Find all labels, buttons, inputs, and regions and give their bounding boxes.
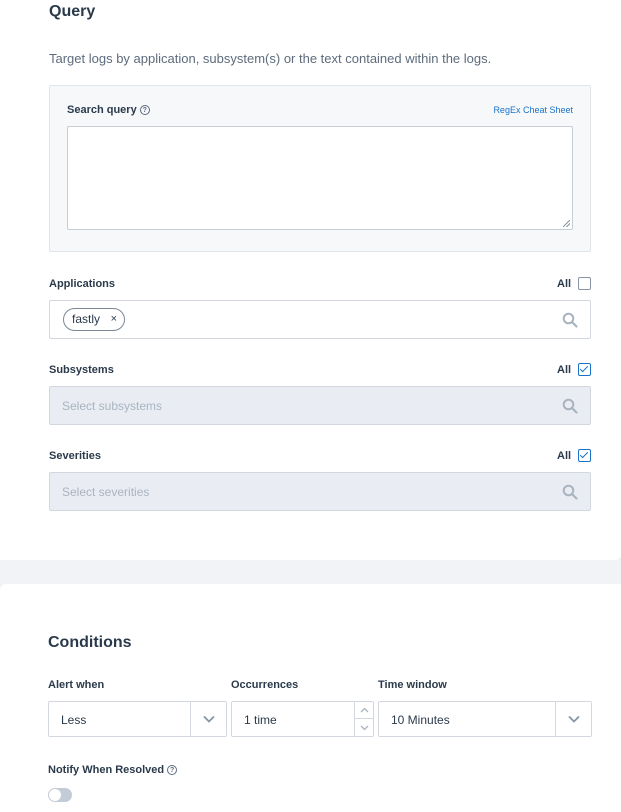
severities-select: Select severities bbox=[49, 472, 591, 511]
chevron-down-icon bbox=[202, 715, 215, 723]
chevron-up-icon bbox=[360, 707, 368, 713]
application-chip-label: fastly bbox=[72, 312, 101, 326]
search-icon bbox=[562, 312, 578, 328]
notify-when-resolved-toggle[interactable] bbox=[48, 788, 72, 802]
applications-select[interactable]: fastly × bbox=[49, 300, 591, 339]
occurrences-label: Occurrences bbox=[231, 679, 299, 691]
resize-handle-icon[interactable] bbox=[563, 220, 570, 227]
help-icon[interactable]: ? bbox=[167, 765, 178, 775]
alert-when-select[interactable]: Less bbox=[48, 701, 227, 737]
conditions-title: Conditions bbox=[48, 634, 132, 651]
alert-when-dropdown-toggle[interactable] bbox=[190, 702, 226, 736]
regex-cheat-sheet-link[interactable]: RegEx Cheat Sheet bbox=[493, 105, 573, 115]
time-window-value: 10 Minutes bbox=[391, 713, 450, 727]
severities-placeholder: Select severities bbox=[62, 485, 150, 499]
occurrences-stepper-buttons bbox=[354, 702, 373, 736]
severities-all-checkbox[interactable] bbox=[578, 449, 591, 462]
search-query-input[interactable] bbox=[67, 126, 573, 230]
help-icon[interactable]: ? bbox=[139, 105, 150, 115]
time-window-label: Time window bbox=[378, 679, 447, 691]
conditions-card bbox=[0, 584, 621, 812]
search-icon bbox=[562, 398, 578, 414]
query-title: Query bbox=[49, 3, 96, 20]
search-icon bbox=[562, 484, 578, 500]
subsystems-all-checkbox[interactable] bbox=[578, 363, 591, 376]
notify-when-resolved-text: Notify When Resolved bbox=[48, 764, 165, 776]
increment-button[interactable] bbox=[355, 702, 373, 719]
alert-when-value: Less bbox=[61, 713, 87, 727]
subsystems-placeholder: Select subsystems bbox=[62, 399, 163, 413]
application-chip: fastly × bbox=[63, 308, 126, 331]
occurrences-stepper[interactable]: 1 time bbox=[231, 701, 374, 737]
search-query-label: Search query? bbox=[67, 104, 150, 116]
applications-label: Applications bbox=[49, 278, 116, 290]
notify-when-resolved-label: Notify When Resolved? bbox=[48, 764, 178, 776]
occurrences-value: 1 time bbox=[244, 713, 277, 727]
query-description: Target logs by application, subsystem(s)… bbox=[49, 51, 492, 66]
query-card: Query Target logs by application, subsys… bbox=[0, 0, 621, 560]
alert-when-label: Alert when bbox=[48, 679, 105, 691]
search-query-label-text: Search query bbox=[67, 104, 137, 116]
subsystems-all-label: All bbox=[557, 364, 572, 376]
chevron-down-icon bbox=[567, 715, 580, 723]
chevron-down-icon bbox=[360, 725, 368, 730]
applications-all-label: All bbox=[557, 278, 572, 290]
time-window-dropdown-toggle[interactable] bbox=[555, 702, 591, 736]
subsystems-label: Subsystems bbox=[49, 364, 114, 376]
decrement-button[interactable] bbox=[355, 719, 373, 736]
time-window-select[interactable]: 10 Minutes bbox=[378, 701, 592, 737]
severities-all-label: All bbox=[557, 450, 572, 462]
search-query-panel: Search query? RegEx Cheat Sheet bbox=[49, 85, 591, 252]
applications-all-checkbox[interactable] bbox=[578, 277, 591, 290]
severities-label: Severities bbox=[49, 450, 101, 462]
subsystems-select: Select subsystems bbox=[49, 386, 591, 425]
chip-remove-icon[interactable]: × bbox=[111, 309, 117, 330]
